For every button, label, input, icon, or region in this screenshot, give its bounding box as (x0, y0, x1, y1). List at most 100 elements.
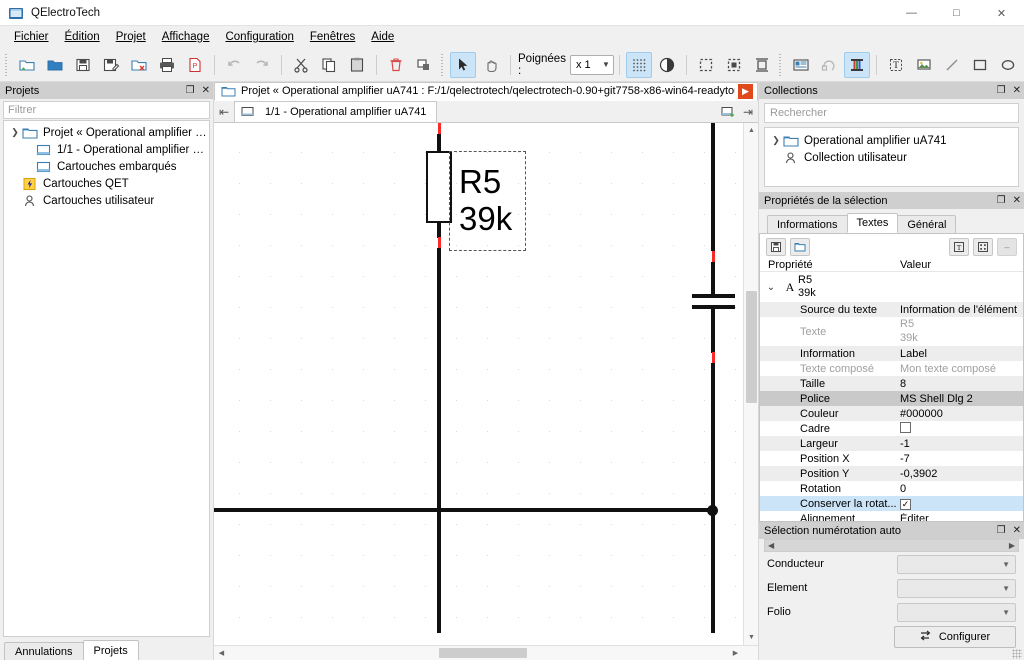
wire-cap-bottom-lead[interactable] (711, 308, 715, 353)
wire-left-vertical[interactable] (437, 248, 441, 633)
folio-last-button[interactable]: ⇥ (738, 101, 758, 122)
handles-select[interactable]: x 1 ▼ (569, 54, 614, 75)
toolbar-grip-3[interactable] (776, 53, 784, 76)
collections-search-input[interactable]: Rechercher (764, 103, 1019, 123)
table-row[interactable]: Position Y -0,3902 (760, 466, 1023, 482)
tab-informations[interactable]: Informations (767, 215, 848, 233)
remove-icon[interactable]: – (997, 237, 1017, 256)
table-row[interactable]: Texte composé Mon texte composé (760, 361, 1023, 376)
rotate-element-button[interactable] (816, 52, 842, 78)
new-project-button[interactable] (14, 52, 40, 78)
save-button[interactable] (70, 52, 96, 78)
maximize-button[interactable]: □ (934, 0, 979, 26)
projects-filter-input[interactable]: Filtrer (3, 101, 210, 119)
properties-table[interactable]: Propriété Valeur ⌄ A R5 39k Source du te… (759, 259, 1024, 522)
wire-right-top[interactable] (711, 123, 715, 251)
scroll-right-arrow[interactable]: ▶ (1009, 541, 1015, 550)
save-texts-icon[interactable] (766, 237, 786, 256)
cut-button[interactable] (288, 52, 314, 78)
menu-item-affichage[interactable]: Affichage (154, 29, 218, 45)
pan-tool-button[interactable] (478, 52, 504, 78)
chevron-down-icon[interactable]: ❯ (8, 127, 22, 138)
scroll-right-arrow[interactable]: ▶ (728, 646, 743, 660)
table-row[interactable]: Rotation 0 (760, 481, 1023, 496)
canvas-vertical-scrollbar[interactable]: ▲ ▼ (743, 123, 758, 645)
frame-checkbox[interactable] (900, 421, 911, 433)
delete-button[interactable] (383, 52, 409, 78)
add-text-button[interactable]: T (883, 52, 909, 78)
menu-item-fenetres[interactable]: Fenêtres (302, 29, 363, 45)
tab-general[interactable]: Général (897, 215, 957, 233)
open-project-button[interactable] (42, 52, 68, 78)
tree-item-folio[interactable]: 1/1 - Operational amplifier uA741 (4, 141, 209, 158)
table-row[interactable]: Position X -7 (760, 451, 1023, 466)
close-project-button[interactable] (126, 52, 152, 78)
deselect-button[interactable] (721, 52, 747, 78)
float-icon[interactable]: ❐ (997, 525, 1006, 536)
tree-item-cartouches-embarques[interactable]: Cartouches embarqués (4, 158, 209, 175)
redo-button[interactable] (249, 52, 275, 78)
tree-item-cartouches-utilisateur[interactable]: Cartouches utilisateur (4, 192, 209, 209)
menu-item-projet[interactable]: Projet (108, 29, 154, 45)
projects-tree[interactable]: ❯ Projet « Operational amplifier uA741 .… (3, 120, 210, 637)
minimize-button[interactable]: — (889, 0, 934, 26)
menu-item-configuration[interactable]: Configuration (217, 29, 301, 45)
contrast-button[interactable] (654, 52, 680, 78)
canvas-horizontal-scrollbar[interactable]: ◀ ▶ (214, 646, 743, 660)
table-row[interactable]: Largeur -1 (760, 436, 1023, 452)
property-group-row[interactable]: ⌄ A R5 39k (760, 272, 1023, 302)
collections-tree[interactable]: ❯ Operational amplifier uA741 Collection… (764, 127, 1019, 187)
table-row[interactable]: Taille 8 (760, 376, 1023, 392)
project-tab[interactable]: Projet « Operational amplifier uA741 : F… (214, 81, 758, 101)
chevron-down-icon[interactable]: ⌄ (760, 282, 782, 293)
select-all-button[interactable] (693, 52, 719, 78)
float-icon[interactable]: ❐ (997, 195, 1006, 206)
wire-right-bottom[interactable] (711, 363, 715, 633)
folio-select[interactable]: ▼ (897, 602, 1016, 622)
element-editor-button[interactable] (843, 51, 870, 78)
table-row[interactable]: Couleur #000000 (760, 406, 1023, 422)
element-text-box[interactable]: R5 39k (449, 151, 526, 251)
folio-first-button[interactable]: ⇤ (214, 101, 234, 122)
scroll-up-arrow[interactable]: ▲ (744, 123, 759, 138)
add-image-button[interactable] (911, 52, 937, 78)
invert-selection-button[interactable] (749, 52, 775, 78)
menu-item-aide[interactable]: Aide (363, 29, 402, 45)
conducteur-select[interactable]: ▼ (897, 554, 1016, 574)
tab-textes[interactable]: Textes (846, 213, 899, 233)
folio-tab[interactable]: 1/1 - Operational amplifier uA741 (234, 101, 438, 122)
grid-toggle-button[interactable] (625, 51, 652, 78)
print-button[interactable] (154, 52, 180, 78)
horizontal-scroll-thumb[interactable] (439, 648, 527, 658)
wire-junction-dot[interactable] (707, 505, 718, 516)
keep-rotation-checkbox[interactable]: ✓ (900, 498, 911, 510)
resize-grip-icon[interactable] (1012, 649, 1022, 659)
tree-item-project[interactable]: ❯ Projet « Operational amplifier uA741 .… (4, 124, 209, 141)
add-line-button[interactable] (939, 52, 965, 78)
scroll-left-arrow[interactable]: ◀ (768, 541, 774, 550)
add-rectangle-button[interactable] (967, 52, 993, 78)
element-select[interactable]: ▼ (897, 578, 1016, 598)
table-row[interactable]: Conserver la rotat... ✓ (760, 496, 1023, 512)
save-as-button[interactable] (98, 52, 124, 78)
add-folio-button[interactable] (718, 101, 738, 122)
close-icon[interactable]: ✕ (1013, 85, 1021, 96)
scroll-down-arrow[interactable]: ▼ (744, 630, 759, 645)
copy-button[interactable] (316, 52, 342, 78)
schematic-canvas[interactable]: R5 39k (214, 123, 743, 645)
table-row[interactable]: Alignement Éditer (760, 511, 1023, 521)
table-row[interactable]: Cadre (760, 421, 1023, 436)
float-icon[interactable]: ❐ (186, 85, 195, 96)
scroll-left-arrow[interactable]: ◀ (214, 646, 229, 660)
toolbar-grip[interactable] (3, 53, 10, 76)
wire-horizontal[interactable] (214, 508, 714, 512)
close-icon[interactable]: ✕ (1013, 195, 1021, 206)
chevron-right-icon[interactable]: ❯ (769, 135, 783, 146)
wire-resistor-bottom[interactable] (437, 222, 441, 238)
load-texts-icon[interactable] (790, 237, 810, 256)
paste-button[interactable] (344, 52, 370, 78)
float-icon[interactable]: ❐ (997, 85, 1006, 96)
table-row[interactable]: Police MS Shell Dlg 2 (760, 391, 1023, 407)
close-button[interactable]: ✕ (979, 0, 1024, 26)
table-row[interactable]: Texte R5 39k (760, 317, 1023, 346)
